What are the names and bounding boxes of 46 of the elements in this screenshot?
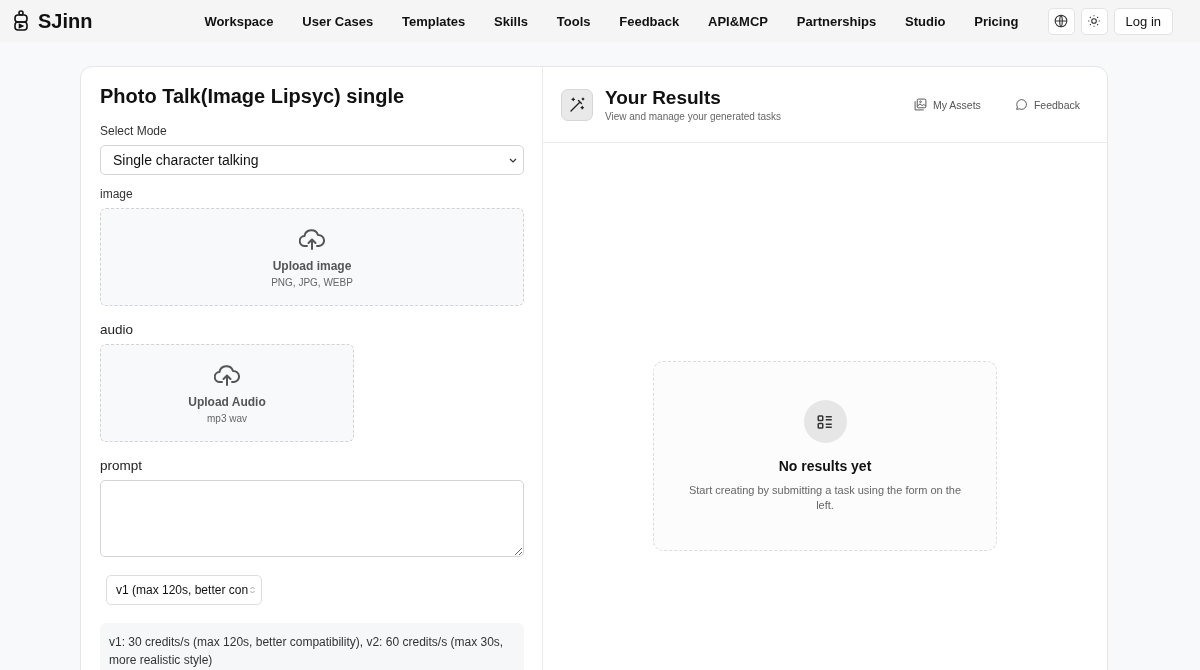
nav-link[interactable]: Feedback xyxy=(604,13,694,29)
nav-link[interactable]: Templates xyxy=(387,13,480,29)
pricing-info: v1: 30 credits/s (max 120s, better compatibility), v2: 60 credits/s (max 30s, more realistic style) xyxy=(100,623,524,670)
upload-dropzone[interactable]: Upload image PNG, JPG, WEBP xyxy=(100,208,524,306)
sun-icon xyxy=(1087,14,1102,28)
nav-link[interactable]: Pricing xyxy=(959,13,1033,29)
nav-link[interactable]: Workspace xyxy=(190,13,288,29)
mode-select[interactable]: Single character talking xyxy=(100,145,524,175)
cloud-upload-icon xyxy=(214,364,240,387)
prompt-input[interactable] xyxy=(100,480,524,557)
form-title: Photo Talk(Image Lipsyc) single xyxy=(100,85,406,108)
field-label: image xyxy=(100,187,134,201)
images-icon xyxy=(914,98,927,111)
version-select[interactable]: v1 (max 120s, better con xyxy=(106,575,263,605)
nav-link[interactable]: Partnerships xyxy=(782,13,891,29)
chat-bubble-icon xyxy=(1014,98,1028,111)
globe-icon xyxy=(1054,14,1069,28)
brand-name: SJinn xyxy=(38,9,93,33)
upload-dropzone[interactable]: Upload Audio mp3 wav xyxy=(100,344,354,442)
header-link[interactable]: My Assets xyxy=(933,98,981,111)
field-label: prompt xyxy=(100,458,144,473)
nav-link[interactable]: Studio xyxy=(890,13,960,29)
upload-formats: PNG, JPG, WEBP xyxy=(271,276,353,288)
sort-arrows-icon xyxy=(250,586,256,594)
results-title: Your Results xyxy=(605,87,722,109)
robot-logo-icon xyxy=(12,10,30,32)
login-button[interactable]: Log in xyxy=(1113,7,1173,35)
nav-link[interactable]: API&MCP xyxy=(693,13,783,29)
header-link[interactable]: Feedback xyxy=(1033,98,1080,111)
nav-link[interactable]: Skills xyxy=(479,13,543,29)
results-subtitle: View and manage your generated tasks xyxy=(605,111,783,122)
upload-formats: mp3 wav xyxy=(207,412,247,424)
empty-title: No results yet xyxy=(778,458,872,474)
magic-wand-icon xyxy=(561,88,593,121)
list-icon xyxy=(803,400,847,443)
cloud-upload-icon xyxy=(299,228,325,251)
language-button[interactable] xyxy=(1047,7,1075,35)
upload-title: Upload Audio xyxy=(188,394,266,409)
empty-description: Start creating by submitting a task using the form on the left. xyxy=(687,483,963,513)
nav-link[interactable]: Tools xyxy=(542,13,605,29)
theme-toggle-button[interactable] xyxy=(1080,7,1108,35)
nav-link[interactable]: User Cases xyxy=(287,13,388,29)
field-label: Select Mode xyxy=(100,124,168,138)
chevron-down-icon xyxy=(509,157,517,163)
upload-title: Upload image xyxy=(272,258,352,273)
field-label: audio xyxy=(100,322,135,337)
